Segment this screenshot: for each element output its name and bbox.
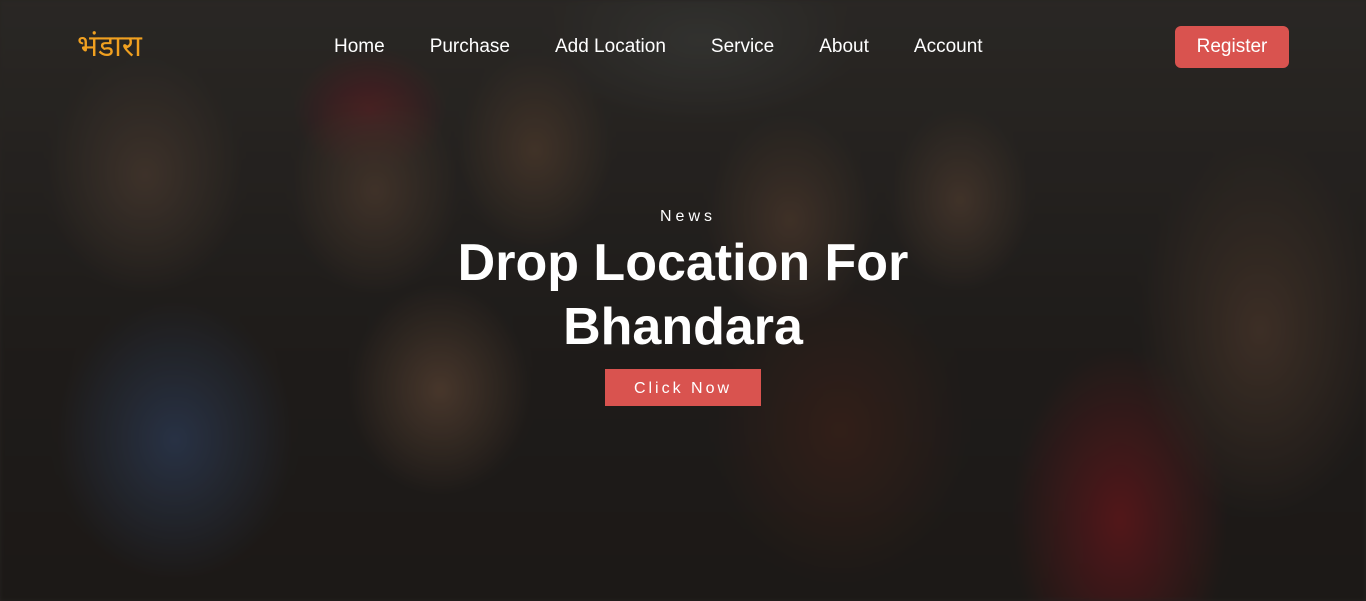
nav-link-purchase[interactable]: Purchase [430,36,510,58]
nav-link-about[interactable]: About [819,36,869,58]
nav-item-home: Home [334,36,430,58]
nav-menu: Home Purchase Add Location Service About… [334,36,1028,58]
hero-headline: Drop Location For Bhandara [457,234,909,356]
nav-item-add-location: Add Location [555,36,711,58]
hero-eyebrow: News [659,208,716,225]
nav-link-account[interactable]: Account [914,36,983,58]
nav-link-add-location[interactable]: Add Location [555,36,666,58]
hero-content: News Drop Location For Bhandara Click No… [0,205,1366,406]
nav-link-home[interactable]: Home [334,36,385,58]
nav-item-service: Service [711,36,819,58]
site-logo[interactable]: भंडारा [77,28,142,66]
nav-item-purchase: Purchase [430,36,555,58]
register-button[interactable]: Register [1175,26,1289,68]
click-now-button[interactable]: Click Now [605,369,761,406]
nav-item-about: About [819,36,914,58]
navbar: भंडारा Home Purchase Add Location Servic… [0,0,1366,95]
nav-item-account: Account [914,36,1028,58]
nav-link-service[interactable]: Service [711,36,774,58]
hero-section: भंडारा Home Purchase Add Location Servic… [0,0,1366,601]
